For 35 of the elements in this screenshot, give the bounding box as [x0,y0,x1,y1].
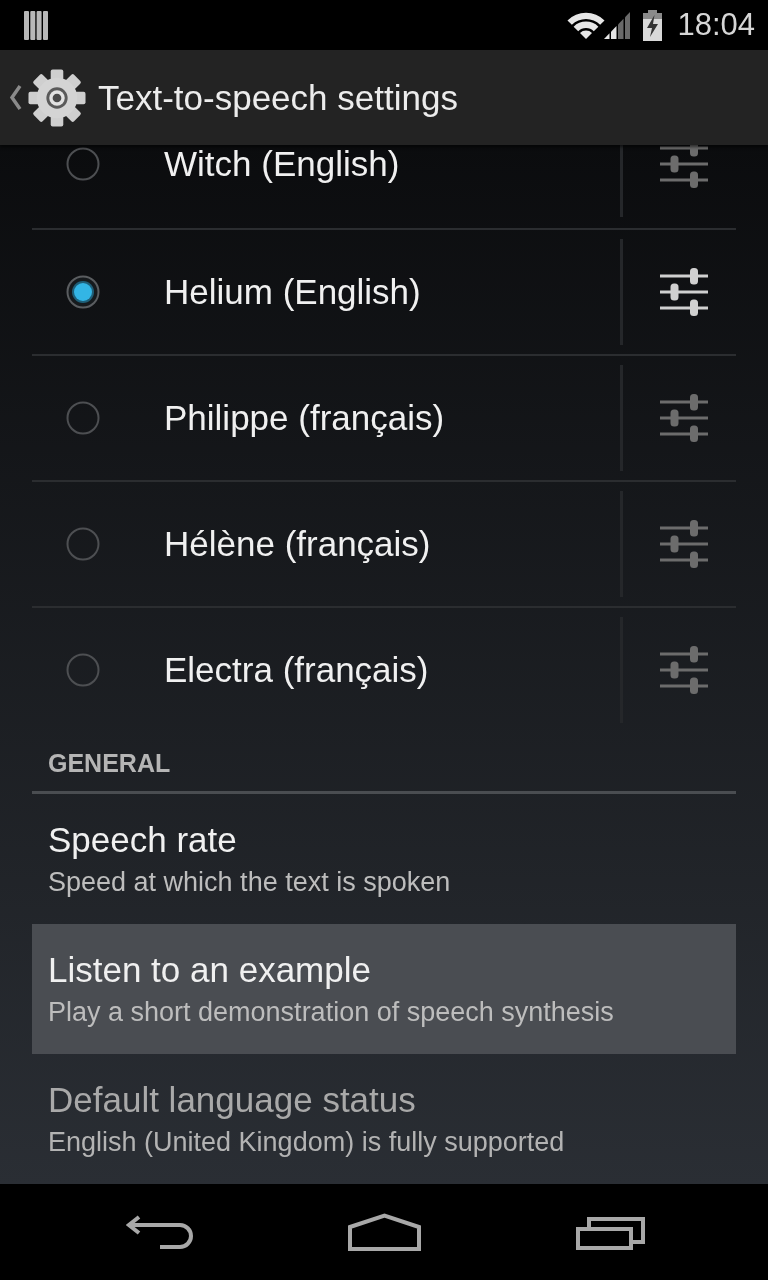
item-summary: Play a short demonstration of speech synthesis [48,996,614,1029]
voice-name[interactable]: Philippe (français) [164,400,620,436]
radio-button[interactable] [66,653,100,687]
item-title: Default language status [48,1080,416,1120]
radio-button[interactable] [66,275,100,309]
radio-button[interactable] [66,401,100,435]
voice-name[interactable]: Witch (English) [164,146,620,182]
wifi-icon [567,10,606,40]
vertical-bars-icon [24,10,48,40]
item-title: Listen to an example [48,950,371,990]
back-icon[interactable] [126,1215,194,1249]
radio-button[interactable] [66,527,100,561]
screen-title: Text-to-speech settings [98,76,458,119]
item-title: Speech rate [48,820,237,860]
battery-charging-icon [642,9,664,41]
radio-button[interactable] [66,147,100,181]
sliders-icon[interactable] [660,520,708,568]
section-heading: GENERAL [48,749,171,777]
recent-apps-icon[interactable] [576,1214,645,1250]
voice-name[interactable]: Helium (English) [164,274,620,310]
voice-name[interactable]: Electra (français) [164,652,620,688]
caret-icon[interactable] [9,84,22,111]
sliders-icon[interactable] [660,268,708,316]
clock-time: 18:04 [677,7,755,43]
sliders-icon[interactable] [660,394,708,442]
signal-icon [603,10,631,40]
settings-item[interactable]: Listen to an example Play a short demonstration of speech synthesis [32,924,736,1054]
sliders-icon[interactable] [660,646,708,694]
settings-item[interactable]: Speech rate Speed at which the text is spoken [32,794,736,924]
item-summary: Speed at which the text is spoken [48,866,451,899]
item-summary: English (United Kingdom) is fully supported [48,1126,565,1159]
home-icon[interactable] [348,1213,421,1251]
gear-icon[interactable] [28,68,86,127]
voice-name[interactable]: Hélène (français) [164,526,620,562]
sliders-icon[interactable] [660,145,708,188]
